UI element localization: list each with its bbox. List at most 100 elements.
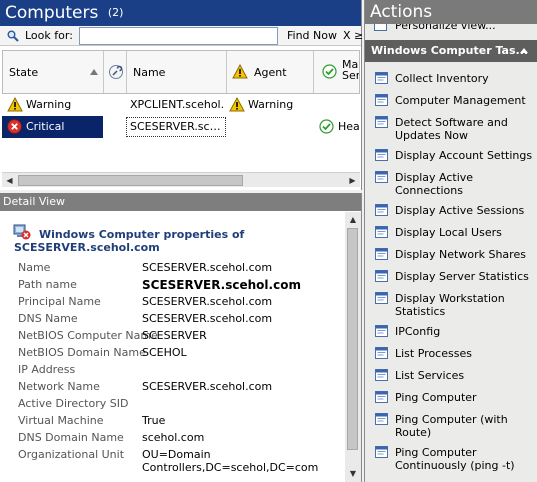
property-key: Path name — [18, 278, 77, 291]
critical-icon — [7, 119, 22, 134]
computers-header: Computers (2) — [0, 0, 361, 26]
property-value: SCESERVER.scehol.com — [142, 295, 273, 308]
task-item[interactable]: Display Active Connections — [365, 167, 537, 200]
property-row: Network Name SCESERVER.scehol.com — [18, 380, 343, 397]
task-item[interactable]: Detect Software and Updates Now — [365, 112, 537, 145]
clear-button[interactable]: X — [343, 29, 351, 42]
row-state: Critical — [26, 120, 65, 133]
row-mgmt: Healthy — [338, 120, 360, 133]
task-item[interactable]: List Services — [365, 365, 537, 387]
task-icon — [375, 446, 388, 458]
collapse-up-icon[interactable] — [520, 48, 528, 53]
task-label: List Services — [395, 369, 465, 382]
scroll-thumb[interactable] — [347, 228, 358, 450]
property-value: True — [142, 414, 166, 427]
scroll-thumb[interactable] — [18, 175, 243, 186]
column-header-agent[interactable]: Agent — [227, 51, 314, 93]
task-icon — [375, 149, 388, 161]
property-key: Organizational Unit — [18, 448, 125, 461]
scroll-down-icon[interactable]: ▼ — [346, 467, 360, 481]
task-icon — [375, 72, 388, 84]
computers-pane: Computers (2) Look for: Find Now X ≥ Sta… — [0, 0, 363, 190]
column-name-label: Name — [133, 66, 166, 79]
task-icon — [375, 171, 388, 183]
task-icon — [375, 369, 388, 381]
task-item[interactable]: Ping Computer — [365, 387, 537, 409]
task-icon — [375, 292, 388, 304]
healthy-check-icon — [319, 119, 334, 134]
property-value: scehol.com — [142, 431, 205, 444]
task-item[interactable]: Ping Computer Continuously (ping -t) — [365, 442, 537, 475]
table-row[interactable]: Warning XPCLIENT.scehol.com Warning — [2, 94, 360, 116]
task-icon — [375, 325, 388, 337]
task-item[interactable]: Display Local Users — [365, 222, 537, 244]
task-item[interactable]: Display Account Settings — [365, 145, 537, 167]
task-item[interactable]: Display Server Statistics — [365, 266, 537, 288]
task-item[interactable]: Ping Computer (with Route) — [365, 409, 537, 442]
table-row-selected[interactable]: Critical SCESERVER.scehol.com Healthy — [2, 116, 360, 138]
property-row: Organizational Unit OU=Domain Controllers… — [18, 448, 343, 478]
task-label: Ping Computer Continuously (ping -t) — [395, 446, 515, 472]
scroll-up-icon[interactable]: ▲ — [346, 213, 360, 227]
column-header-state[interactable]: State — [3, 51, 104, 93]
task-label: List Processes — [395, 347, 472, 360]
sort-ascending-icon — [90, 69, 98, 75]
task-label: Display Network Shares — [395, 248, 526, 261]
computers-grid-header: State Name Agent Man Serv — [2, 50, 360, 94]
task-icon — [375, 248, 388, 260]
task-item[interactable]: Display Active Sessions — [365, 200, 537, 222]
row-agent: Warning — [248, 98, 294, 111]
horizontal-scrollbar[interactable]: ◀ ▶ — [2, 172, 360, 187]
property-row: DNS Domain Name scehol.com — [18, 431, 343, 448]
property-key: NetBIOS Computer Name — [18, 329, 158, 342]
task-icon — [375, 204, 388, 216]
detail-pane: Detail View Windows Computer properties … — [0, 193, 362, 482]
search-input[interactable] — [79, 27, 278, 45]
search-icon — [7, 30, 19, 42]
section-title: Windows Computer Tas... — [371, 44, 529, 57]
property-value: SCESERVER.scehol.com — [142, 261, 273, 274]
task-label: Ping Computer (with Route) — [395, 413, 508, 439]
task-label: Collect Inventory — [395, 72, 489, 85]
task-icon — [375, 391, 388, 403]
task-item[interactable]: Display Network Shares — [365, 244, 537, 266]
property-key: Active Directory SID — [18, 397, 129, 410]
task-icon — [375, 94, 388, 106]
task-item[interactable]: Collect Inventory — [365, 68, 537, 90]
column-header-management-server[interactable]: Man Serv — [314, 51, 359, 93]
property-key: IP Address — [18, 363, 76, 376]
property-row: Principal Name SCESERVER.scehol.com — [18, 295, 343, 312]
scroll-right-icon[interactable]: ▶ — [346, 174, 359, 187]
detail-title: Windows Computer properties of SCESERVER… — [14, 228, 245, 254]
more-options-button[interactable]: ≥ — [354, 29, 363, 42]
task-item[interactable]: IPConfig — [365, 321, 537, 343]
section-header-windows-computer-tasks[interactable]: Windows Computer Tas... — [365, 40, 537, 62]
task-item[interactable]: Computer Management — [365, 90, 537, 112]
column-header-maintenance[interactable] — [104, 51, 127, 93]
property-key: Virtual Machine — [18, 414, 104, 427]
task-icon — [375, 226, 388, 238]
property-value: SCESERVER.scehol.com — [142, 380, 273, 393]
row-state: Warning — [26, 98, 72, 111]
property-key: DNS Domain Name — [18, 431, 124, 444]
row-name: XPCLIENT.scehol.com — [130, 98, 223, 111]
property-key: DNS Name — [18, 312, 78, 325]
property-key: Name — [18, 261, 51, 274]
find-now-button[interactable]: Find Now — [287, 29, 337, 42]
property-row: IP Address — [18, 363, 343, 380]
task-icon — [375, 347, 388, 359]
vertical-scrollbar[interactable]: ▲ ▼ — [345, 212, 361, 482]
healthy-check-icon — [322, 64, 337, 79]
task-label: Ping Computer — [395, 391, 477, 404]
task-item[interactable]: List Processes — [365, 343, 537, 365]
property-row: DNS Name SCESERVER.scehol.com — [18, 312, 343, 329]
scroll-left-icon[interactable]: ◀ — [3, 174, 16, 187]
wrench-icon — [109, 65, 123, 79]
column-header-name[interactable]: Name — [127, 51, 227, 93]
property-key: Network Name — [18, 380, 100, 393]
property-value: OU=Domain Controllers,DC=scehol,DC=com — [142, 448, 319, 474]
task-item[interactable]: Display Workstation Statistics — [365, 288, 537, 321]
task-label: Detect Software and Updates Now — [395, 116, 508, 142]
computers-count: (2) — [107, 6, 124, 19]
task-icon — [375, 270, 388, 282]
